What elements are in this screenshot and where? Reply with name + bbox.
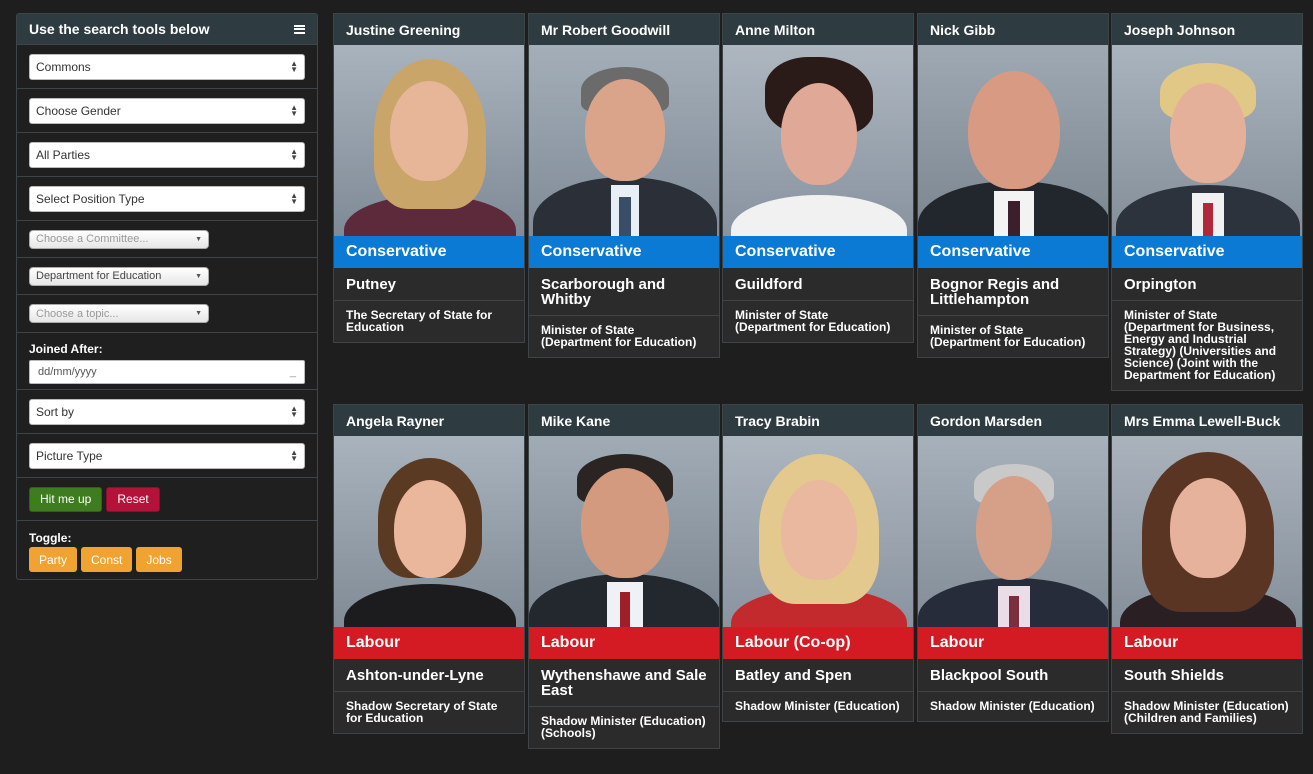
member-photo[interactable] xyxy=(918,436,1108,627)
search-button[interactable]: Hit me up xyxy=(29,486,103,512)
toggle-jobs-button[interactable]: Jobs xyxy=(136,547,182,572)
constituency-label: Batley and Spen xyxy=(723,659,913,692)
member-name: Mr Robert Goodwill xyxy=(529,14,719,45)
party-label: Labour xyxy=(1112,627,1302,659)
constituency-label: Orpington xyxy=(1112,268,1302,301)
job-label: The Secretary of State for Education xyxy=(346,308,493,334)
gender-select[interactable]: Choose Gender ▲ ▼ xyxy=(29,97,305,124)
member-name: Mrs Emma Lewell-Buck xyxy=(1112,405,1302,436)
sort-select[interactable]: Sort by ▲ ▼ xyxy=(29,398,305,425)
party-label: Labour xyxy=(529,627,719,659)
job-label: Minister of State (Department for Busine… xyxy=(1124,308,1277,382)
reset-button[interactable]: Reset xyxy=(106,486,160,512)
job-label: Shadow Secretary of State for Education xyxy=(346,699,498,725)
member-photo[interactable] xyxy=(529,45,719,236)
toggle-party-button[interactable]: Party xyxy=(29,547,78,572)
constituency-label: Guildford xyxy=(723,268,913,301)
member-name: Anne Milton xyxy=(723,14,913,45)
sidebar-title: Use the search tools below xyxy=(29,21,210,37)
member-photo[interactable] xyxy=(723,436,913,627)
member-card[interactable]: Anne Milton Conservative Guildford Minis… xyxy=(722,13,914,343)
caret-down-icon: ▼ xyxy=(195,235,202,243)
member-card[interactable]: Mr Robert Goodwill Conservative Scarboro… xyxy=(528,13,720,358)
member-name: Angela Rayner xyxy=(334,405,524,436)
select-arrows-icon: ▲ ▼ xyxy=(290,447,298,463)
party-select[interactable]: All Parties ▲ ▼ xyxy=(29,141,305,168)
sidebar-header: Use the search tools below xyxy=(17,14,317,45)
caret-down-icon: ▼ xyxy=(195,272,202,280)
select-arrows-icon: ▲ ▼ xyxy=(290,190,298,206)
constituency-label: Putney xyxy=(334,268,524,301)
job-label: Shadow Minister (Education) (Children an… xyxy=(1124,699,1289,725)
party-label: Labour xyxy=(918,627,1108,659)
position-type-select[interactable]: Select Position Type ▲ ▼ xyxy=(29,185,305,212)
search-sidebar: Use the search tools below Commons ▲ ▼ Cho… xyxy=(16,13,318,580)
job-label: Minister of State (Department for Educat… xyxy=(541,323,697,349)
joined-after-label: Joined After: xyxy=(29,342,103,356)
member-name: Justine Greening xyxy=(334,14,524,45)
member-photo[interactable] xyxy=(1112,436,1302,627)
member-name: Joseph Johnson xyxy=(1112,14,1302,45)
member-card[interactable]: Nick Gibb Conservative Bognor Regis and … xyxy=(917,13,1109,358)
member-name: Gordon Marsden xyxy=(918,405,1108,436)
member-photo[interactable] xyxy=(529,436,719,627)
joined-after-date-input[interactable]: dd/mm/yyyy _ xyxy=(29,360,305,384)
department-select[interactable]: Department for Education ▼ xyxy=(29,266,209,286)
joined-after-section: Joined After: dd/mm/yyyy _ xyxy=(17,332,317,390)
member-card[interactable]: Angela Rayner Labour Ashton-under-Lyne S… xyxy=(333,404,525,734)
select-arrows-icon: ▲ ▼ xyxy=(290,146,298,162)
select-arrows-icon: ▲ ▼ xyxy=(290,58,298,74)
job-label: Minister of State (Department for Educat… xyxy=(735,308,891,334)
caret-down-icon: ▼ xyxy=(195,310,202,317)
constituency-label: Ashton-under-Lyne xyxy=(334,659,524,692)
topic-select[interactable]: Choose a topic... ▼ xyxy=(29,304,209,323)
constituency-label: Bognor Regis and Littlehampton xyxy=(918,268,1108,316)
toggle-const-button[interactable]: Const xyxy=(81,547,133,572)
constituency-label: South Shields xyxy=(1112,659,1302,692)
constituency-label: Blackpool South xyxy=(918,659,1108,692)
picture-type-select[interactable]: Picture Type ▲ ▼ xyxy=(29,442,305,469)
house-select[interactable]: Commons ▲ ▼ xyxy=(29,53,305,80)
member-card[interactable]: Mrs Emma Lewell-Buck Labour South Shield… xyxy=(1111,404,1303,734)
member-card[interactable]: Tracy Brabin Labour (Co-op) Batley and S… xyxy=(722,404,914,722)
job-label: Minister of State (Department for Educat… xyxy=(930,323,1086,349)
member-name: Tracy Brabin xyxy=(723,405,913,436)
party-label: Conservative xyxy=(723,236,913,268)
constituency-label: Wythenshawe and Sale East xyxy=(529,659,719,707)
party-label: Labour xyxy=(334,627,524,659)
member-photo[interactable] xyxy=(918,45,1108,236)
party-label: Labour (Co-op) xyxy=(723,627,913,659)
toggle-section: Toggle: Party Const Jobs xyxy=(17,521,317,572)
select-arrows-icon: ▲ ▼ xyxy=(290,403,298,419)
job-label: Shadow Minister (Education) xyxy=(930,699,1095,713)
member-card[interactable]: Joseph Johnson Conservative Orpington Mi… xyxy=(1111,13,1303,391)
party-label: Conservative xyxy=(1112,236,1302,268)
constituency-label: Scarborough and Whitby xyxy=(529,268,719,316)
member-card[interactable]: Justine Greening Conservative Putney The… xyxy=(333,13,525,343)
job-label: Shadow Minister (Education) (Schools) xyxy=(541,714,706,740)
member-card[interactable]: Mike Kane Labour Wythenshawe and Sale Ea… xyxy=(528,404,720,749)
member-name: Mike Kane xyxy=(529,405,719,436)
member-photo[interactable] xyxy=(723,45,913,236)
member-photo[interactable] xyxy=(1112,45,1302,236)
menu-icon[interactable] xyxy=(294,24,305,34)
member-photo[interactable] xyxy=(334,436,524,627)
toggle-label: Toggle: xyxy=(29,531,72,545)
select-arrows-icon: ▲ ▼ xyxy=(290,102,298,118)
party-label: Conservative xyxy=(334,236,524,268)
party-label: Conservative xyxy=(529,236,719,268)
member-card[interactable]: Gordon Marsden Labour Blackpool South Sh… xyxy=(917,404,1109,722)
member-name: Nick Gibb xyxy=(918,14,1108,45)
committee-select[interactable]: Choose a Committee... ▼ xyxy=(29,229,209,249)
party-label: Conservative xyxy=(918,236,1108,268)
member-photo[interactable] xyxy=(334,45,524,236)
job-label: Shadow Minister (Education) xyxy=(735,699,900,713)
